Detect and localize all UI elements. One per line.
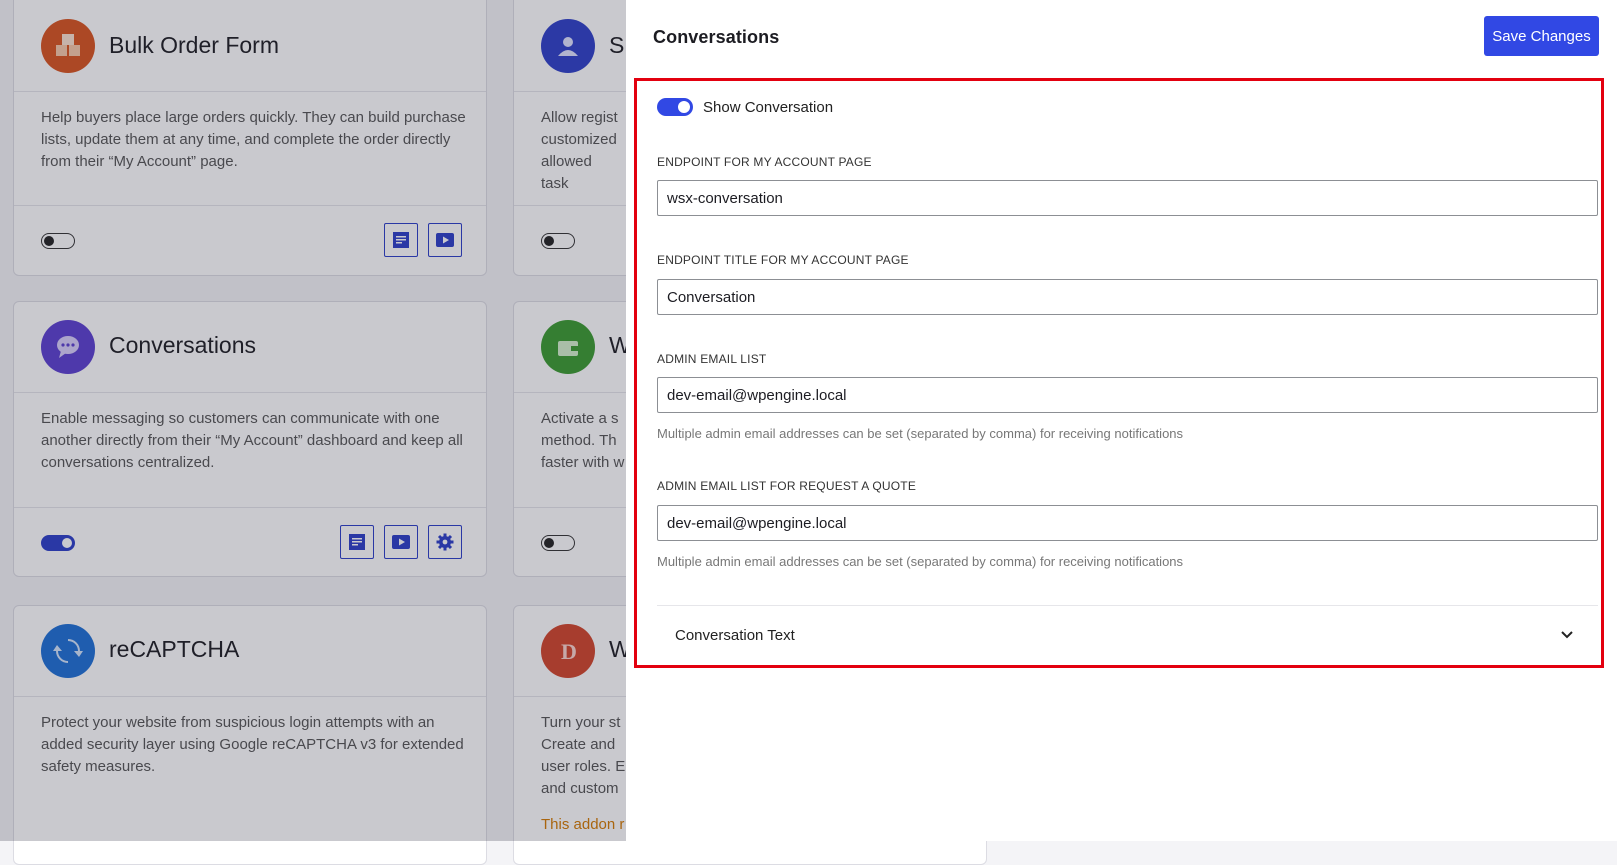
admin-email-help: Multiple admin email addresses can be se… bbox=[657, 426, 1184, 441]
save-changes-button[interactable]: Save Changes bbox=[1484, 16, 1599, 56]
divider bbox=[657, 605, 1598, 606]
show-conversation-label: Show Conversation bbox=[703, 98, 834, 116]
quote-email-label: ADMIN EMAIL LIST FOR REQUEST A QUOTE bbox=[657, 479, 917, 493]
quote-email-input[interactable] bbox=[657, 505, 1598, 541]
admin-email-label: ADMIN EMAIL LIST bbox=[657, 352, 767, 366]
endpoint-label: ENDPOINT FOR MY ACCOUNT PAGE bbox=[657, 155, 872, 169]
show-conversation-row: Show Conversation bbox=[657, 98, 833, 116]
endpoint-title-label: ENDPOINT TITLE FOR MY ACCOUNT PAGE bbox=[657, 253, 909, 267]
show-conversation-toggle[interactable] bbox=[657, 98, 693, 116]
admin-email-input[interactable] bbox=[657, 377, 1598, 413]
chevron-down-icon bbox=[1561, 631, 1573, 639]
quote-email-help: Multiple admin email addresses can be se… bbox=[657, 554, 1184, 569]
settings-drawer: Conversations Save Changes Show Conversa… bbox=[626, 0, 1617, 841]
endpoint-input[interactable] bbox=[657, 180, 1598, 216]
drawer-title: Conversations bbox=[653, 27, 780, 47]
accordion-label: Conversation Text bbox=[675, 627, 795, 644]
endpoint-title-input[interactable] bbox=[657, 279, 1598, 315]
conversation-text-accordion[interactable]: Conversation Text bbox=[675, 622, 1575, 648]
